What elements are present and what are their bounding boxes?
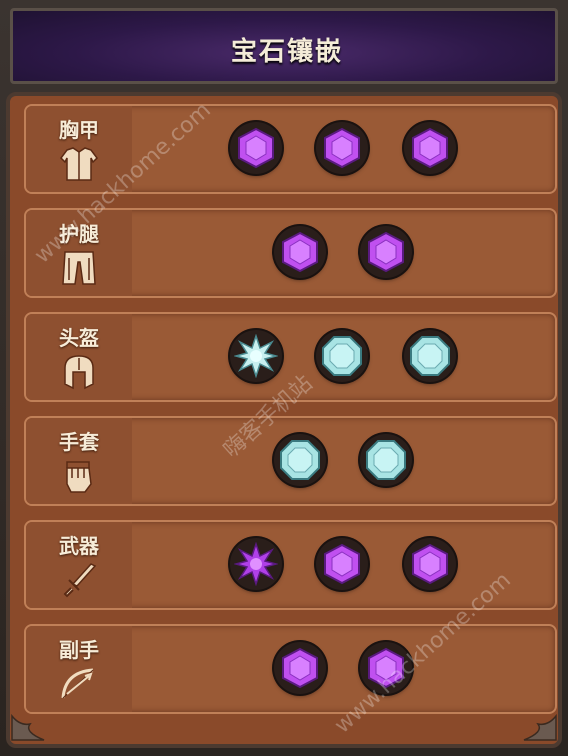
header-banner: 宝石镶嵌 (10, 8, 558, 84)
slot-name: 武器 (59, 534, 99, 558)
purple-hexagon-gem-icon (282, 647, 318, 689)
gauntlet-icon (66, 461, 92, 493)
slot-label-box: 武器 (26, 522, 132, 608)
game-window: 宝石镶嵌 胸甲 护腿 头盔 手套 武器 副手 www.hackhome.com … (0, 0, 568, 756)
gem-socket[interactable] (274, 434, 326, 486)
purple-hexagon-gem-icon (324, 127, 360, 169)
slot-name: 头盔 (59, 326, 99, 350)
gem-socket[interactable] (230, 330, 282, 382)
gem-socket[interactable] (230, 538, 282, 590)
purple-hexagon-gem-icon (238, 127, 274, 169)
helmet-icon (64, 355, 94, 390)
purple-hexagon-gem-icon (368, 231, 404, 273)
slot-row-chest[interactable]: 胸甲 (24, 104, 557, 194)
gem-socket[interactable] (360, 434, 412, 486)
cyan-octagon-gem-icon (410, 336, 450, 376)
bow-icon (61, 668, 94, 699)
cyan-octagon-gem-icon (322, 336, 362, 376)
cyan-octagon-gem-icon (366, 440, 406, 480)
gem-socket[interactable] (230, 122, 282, 174)
purple-star-gem-icon (234, 542, 278, 586)
slot-name: 胸甲 (59, 118, 99, 142)
slot-label-box: 头盔 (26, 314, 132, 400)
slot-name: 手套 (59, 430, 99, 454)
gem-socket[interactable] (274, 642, 326, 694)
corner-ornament-icon (11, 713, 45, 741)
purple-hexagon-gem-icon (324, 543, 360, 585)
slot-label-box: 副手 (26, 626, 132, 712)
gem-socket[interactable] (316, 122, 368, 174)
gem-socket[interactable] (360, 226, 412, 278)
purple-hexagon-gem-icon (412, 127, 448, 169)
leg-armor-icon (62, 251, 96, 285)
slot-name: 副手 (59, 638, 99, 662)
gem-socket[interactable] (404, 122, 456, 174)
corner-ornament-icon (523, 713, 557, 741)
cyan-star-gem-icon (234, 334, 278, 378)
gem-socket[interactable] (316, 538, 368, 590)
slot-row-legs[interactable]: 护腿 (24, 208, 557, 298)
purple-hexagon-gem-icon (282, 231, 318, 273)
gem-socket[interactable] (316, 330, 368, 382)
gem-socket[interactable] (404, 538, 456, 590)
sword-icon (63, 563, 97, 598)
slot-row-offhand[interactable]: 副手 (24, 624, 557, 714)
gem-socket[interactable] (404, 330, 456, 382)
page-title: 宝石镶嵌 (230, 37, 343, 67)
purple-hexagon-gem-icon (412, 543, 448, 585)
cyan-octagon-gem-icon (280, 440, 320, 480)
gem-socket[interactable] (274, 226, 326, 278)
armor-chest-icon (60, 147, 98, 181)
slot-label-box: 手套 (26, 418, 132, 504)
slot-row-gloves[interactable]: 手套 (24, 416, 557, 506)
